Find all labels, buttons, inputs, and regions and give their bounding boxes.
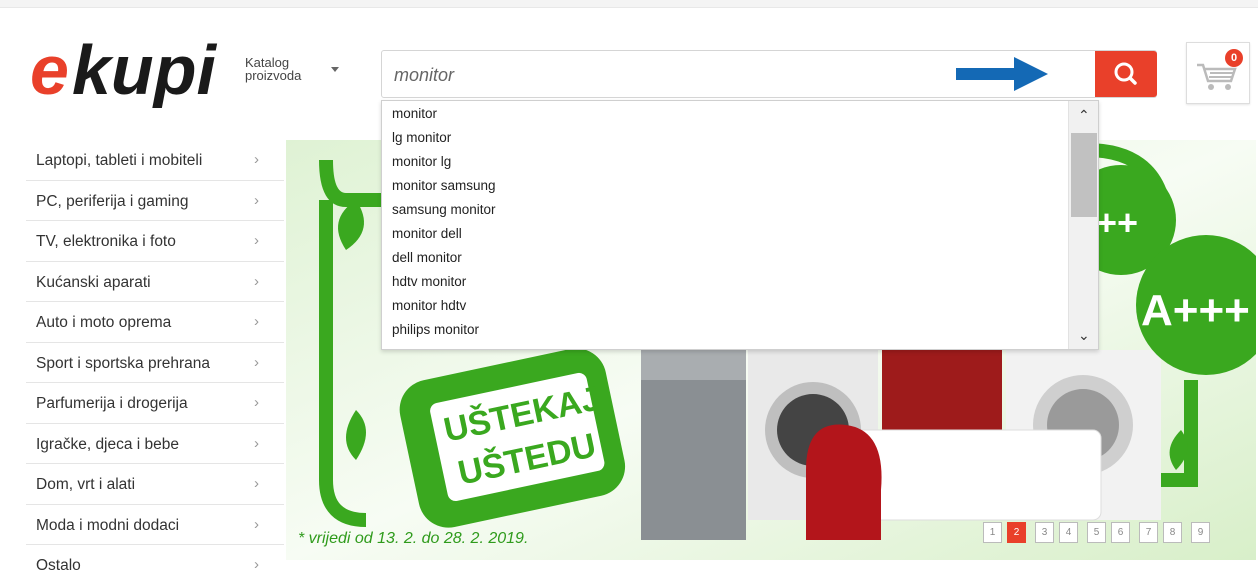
vacuum-image [806, 424, 882, 540]
page-4-button[interactable]: 4 [1059, 522, 1078, 543]
chevron-right-icon: › [254, 475, 259, 492]
logo[interactable]: e kupi [30, 28, 220, 109]
page-7-button[interactable]: 7 [1139, 522, 1158, 543]
suggestion-item[interactable]: monitor dell [392, 226, 462, 250]
chevron-right-icon: › [254, 191, 259, 209]
chevron-right-icon: › [254, 394, 259, 411]
suggestion-item[interactable]: dell monitor [392, 250, 462, 274]
sidebar-item-label: Dom, vrt i alati [36, 476, 136, 493]
chevron-right-icon: › [254, 434, 259, 452]
suggestion-item[interactable]: monitor samsung [392, 178, 496, 202]
page-8-button[interactable]: 8 [1163, 522, 1182, 543]
sidebar-item-pc[interactable]: PC, periferija i gaming › [26, 181, 284, 221]
chevron-right-icon: › [254, 515, 259, 533]
sidebar-item-label: PC, periferija i gaming [36, 192, 189, 210]
sidebar-item-label: TV, elektronika i foto [36, 233, 176, 250]
cart-count-badge: 0 [1225, 49, 1243, 67]
suggestion-item[interactable]: monitor lg [392, 154, 451, 178]
chevron-right-icon: › [254, 353, 259, 371]
energy-label-2: A+++ [1141, 286, 1250, 335]
chevron-right-icon: › [254, 556, 259, 573]
sidebar-item-label: Sport i sportska prehrana [36, 354, 211, 372]
chevron-right-icon: › [254, 272, 259, 290]
chevron-right-icon: › [254, 151, 259, 168]
catalog-label: Katalog proizvoda [245, 55, 302, 83]
air-conditioner-image [845, 429, 1102, 521]
sidebar-item-moda[interactable]: Moda i modni dodaci › [26, 505, 284, 545]
sidebar-item-label: Laptopi, tableti i mobiteli [36, 152, 203, 169]
sidebar-item-ostalo[interactable]: Ostalo › [26, 545, 284, 586]
sidebar-item-label: Kućanski aparati [36, 273, 151, 291]
sidebar-item-kucanski[interactable]: Kućanski aparati › [26, 262, 284, 302]
suggestion-item[interactable]: monitor [392, 106, 437, 130]
scrollbar-thumb[interactable] [1071, 133, 1097, 217]
page-3-button[interactable]: 3 [1035, 522, 1054, 543]
sidebar-item-label: Moda i modni dodaci [36, 516, 180, 534]
suggestions-scrollbar[interactable]: ⌃ ⌄ [1068, 101, 1098, 349]
top-strip [0, 0, 1258, 8]
sidebar-item-parfumerija[interactable]: Parfumerija i drogerija › [26, 383, 284, 424]
sidebar-item-laptopi[interactable]: Laptopi, tableti i mobiteli › [26, 140, 284, 181]
search-suggestions: monitor lg monitor monitor lg monitor sa… [381, 100, 1099, 350]
logo-graphic: e kupi [30, 31, 217, 109]
sidebar-item-sport[interactable]: Sport i sportska prehrana › [26, 343, 284, 383]
page-6-button[interactable]: 6 [1111, 522, 1130, 543]
catalog-dropdown[interactable]: Katalog proizvoda [245, 56, 345, 90]
search-input[interactable] [394, 61, 954, 89]
chevron-right-icon: › [254, 232, 259, 249]
search-button[interactable] [1095, 51, 1157, 97]
suggestion-item[interactable]: samsung monitor [392, 202, 496, 226]
cart-button[interactable]: 0 [1186, 42, 1250, 104]
chevron-down-icon[interactable]: ⌄ [1078, 327, 1090, 344]
sidebar-item-igracke[interactable]: Igračke, djeca i bebe › [26, 424, 284, 464]
validity-text: * vrijedi od 13. 2. do 28. 2. 2019. [298, 530, 529, 547]
chevron-right-icon: › [254, 313, 259, 330]
sidebar-item-auto[interactable]: Auto i moto oprema › [26, 302, 284, 343]
suggestion-item[interactable]: hdtv monitor [392, 274, 466, 298]
chevron-up-icon[interactable]: ⌃ [1078, 107, 1090, 124]
sidebar-item-label: Ostalo [36, 557, 81, 574]
page-5-button[interactable]: 5 [1087, 522, 1106, 543]
search-bar [381, 50, 1157, 98]
caret-down-icon [331, 67, 339, 72]
arrow-right-icon [956, 57, 1048, 91]
suggestion-item[interactable]: philips monitor [392, 322, 479, 346]
page-9-button[interactable]: 9 [1191, 522, 1210, 543]
sidebar-item-tv[interactable]: TV, elektronika i foto › [26, 221, 284, 262]
sidebar-item-dom[interactable]: Dom, vrt i alati › [26, 464, 284, 505]
page-2-button[interactable]: 2 [1007, 522, 1026, 543]
logo-e: e [30, 31, 69, 108]
page-1-button[interactable]: 1 [983, 522, 1002, 543]
suggestion-item[interactable]: lg monitor [392, 130, 451, 154]
sidebar-item-label: Parfumerija i drogerija [36, 395, 188, 412]
energy-label-1: ++ [1096, 202, 1138, 243]
sidebar-item-label: Auto i moto oprema [36, 314, 172, 331]
sidebar-item-label: Igračke, djeca i bebe [36, 435, 180, 453]
suggestion-item[interactable]: monitor hdtv [392, 298, 466, 322]
category-sidebar: Laptopi, tableti i mobiteli › PC, perifer… [26, 140, 284, 586]
page: e kupi Katalog proizvoda 0 L [0, 0, 1258, 586]
search-icon [1114, 62, 1137, 85]
logo-rest: kupi [72, 31, 217, 108]
